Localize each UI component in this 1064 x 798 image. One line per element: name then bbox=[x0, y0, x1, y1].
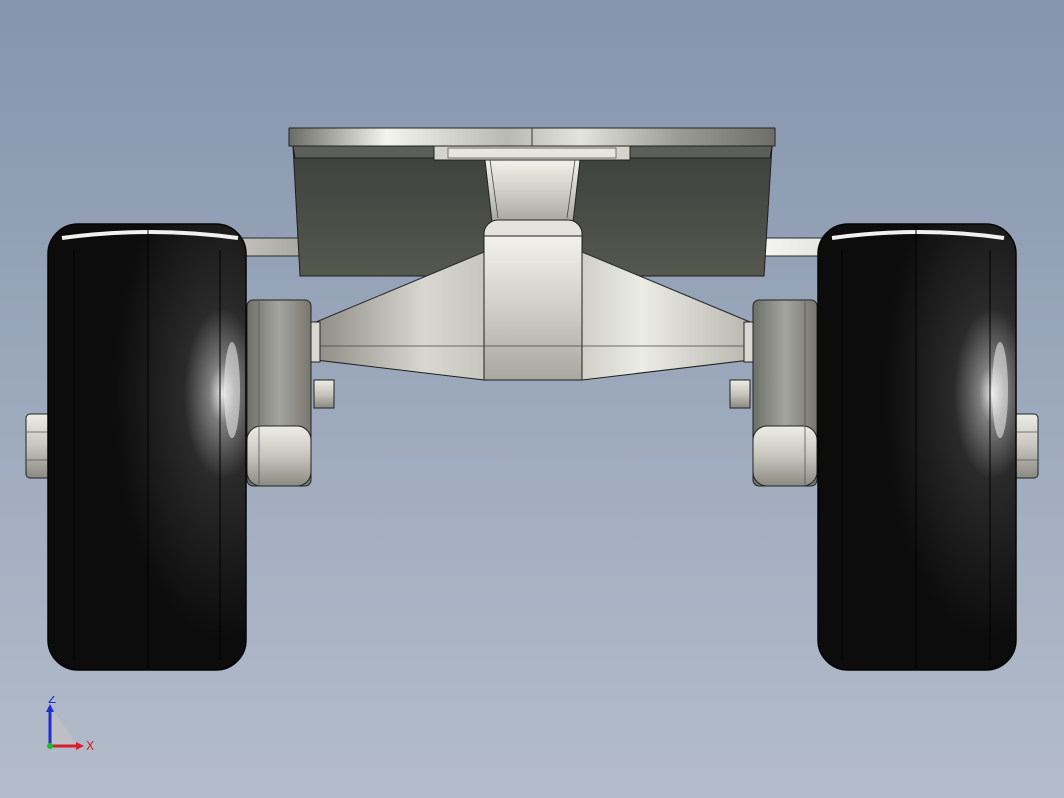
orientation-triad: Z X bbox=[46, 696, 94, 753]
left-wheel bbox=[47, 223, 247, 671]
right-wheel bbox=[817, 223, 1017, 671]
left-bearing-housing bbox=[246, 299, 312, 487]
graphics-viewport[interactable]: Z X bbox=[0, 0, 1064, 798]
right-bearing-housing bbox=[752, 299, 818, 487]
x-axis-label: X bbox=[86, 739, 94, 753]
triad-plane bbox=[50, 706, 78, 746]
triad-origin bbox=[47, 743, 53, 749]
z-axis-label: Z bbox=[48, 696, 56, 706]
skateboard-truck-model[interactable] bbox=[0, 0, 1064, 798]
kingpin-neck bbox=[484, 159, 581, 223]
x-axis-arrowhead bbox=[76, 742, 84, 750]
